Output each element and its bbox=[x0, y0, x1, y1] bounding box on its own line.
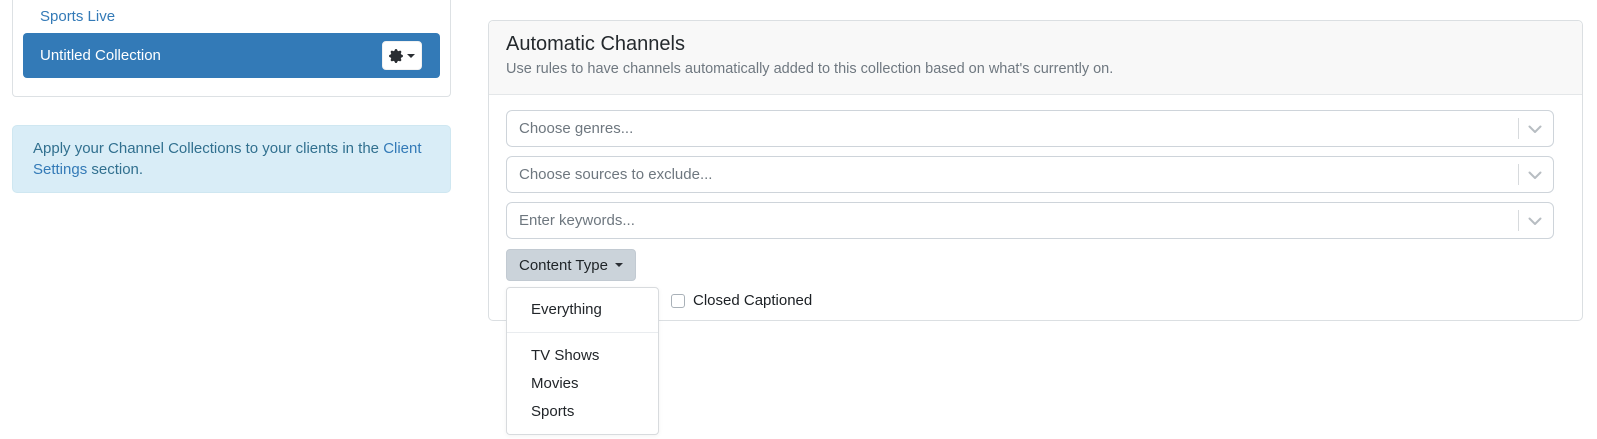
card-body: Content Type Everything TV Shows Movies … bbox=[489, 95, 1582, 435]
content-type-button[interactable]: Content Type bbox=[506, 249, 636, 281]
content-type-button-label: Content Type bbox=[519, 256, 608, 274]
sources-select bbox=[506, 156, 1554, 193]
genres-input[interactable] bbox=[506, 110, 1554, 147]
chevron-down-icon[interactable] bbox=[1526, 214, 1544, 228]
keywords-select bbox=[506, 202, 1554, 239]
input-separator bbox=[1518, 210, 1519, 231]
sidebar-item-sports-live[interactable]: Sports Live bbox=[23, 0, 440, 33]
genres-select bbox=[506, 110, 1554, 147]
sidebar-item-untitled-collection[interactable]: Untitled Collection bbox=[23, 33, 440, 78]
gear-icon bbox=[389, 48, 403, 63]
chevron-down-icon[interactable] bbox=[1526, 168, 1544, 182]
automatic-channels-card: Automatic Channels Use rules to have cha… bbox=[488, 20, 1583, 435]
caret-down-icon bbox=[407, 53, 415, 58]
chevron-down-icon[interactable] bbox=[1526, 122, 1544, 136]
card-title: Automatic Channels bbox=[506, 33, 685, 55]
caret-down-icon bbox=[614, 263, 623, 267]
closed-captioned-checkbox[interactable] bbox=[671, 293, 685, 308]
content-type-row: Content Type Everything TV Shows Movies … bbox=[506, 249, 1554, 435]
sources-input[interactable] bbox=[506, 156, 1554, 193]
menu-item-movies[interactable]: Movies bbox=[507, 370, 658, 398]
closed-captioned-row[interactable]: Closed Captioned bbox=[671, 292, 812, 309]
menu-item-sports[interactable]: Sports bbox=[507, 398, 658, 426]
input-separator bbox=[1518, 118, 1519, 139]
menu-item-tv-shows[interactable]: TV Shows bbox=[507, 342, 658, 370]
alert-text-before: Apply your Channel Collections to your c… bbox=[33, 140, 384, 157]
card-subtitle: Use rules to have channels automatically… bbox=[506, 61, 1114, 77]
collection-settings-button[interactable] bbox=[382, 41, 422, 70]
content-type-menu: Everything TV Shows Movies Sports bbox=[506, 287, 659, 435]
alert-text-after: section. bbox=[87, 161, 144, 178]
menu-divider bbox=[507, 332, 658, 333]
closed-captioned-label: Closed Captioned bbox=[693, 292, 813, 309]
keywords-input[interactable] bbox=[506, 202, 1554, 239]
sidebar-item-label: Untitled Collection bbox=[40, 47, 161, 64]
collections-panel: Sports Live Untitled Collection bbox=[12, 0, 451, 97]
client-settings-alert: Apply your Channel Collections to your c… bbox=[12, 125, 451, 193]
input-separator bbox=[1518, 164, 1519, 185]
card-header: Automatic Channels Use rules to have cha… bbox=[489, 21, 1582, 95]
menu-item-everything[interactable]: Everything bbox=[507, 296, 658, 324]
